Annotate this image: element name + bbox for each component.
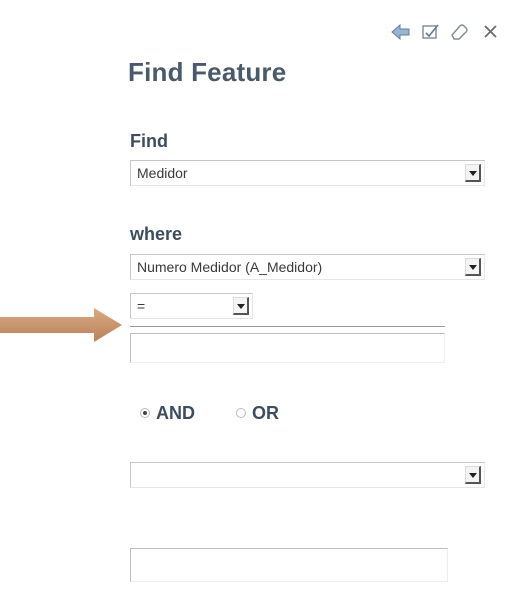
chevron-down-icon[interactable] [465,164,481,182]
panel-toolbar [390,22,515,42]
pointer-arrow-icon [0,308,122,342]
second-field-select[interactable] [130,462,485,488]
where-field-value: Numero Medidor (A_Medidor) [137,259,323,275]
operator-divider [130,326,445,327]
operator-value: = [137,298,146,314]
operator-select[interactable]: = [130,293,253,319]
close-icon[interactable] [480,22,502,42]
edit-checkbox-icon[interactable] [420,22,442,42]
where-field-select[interactable]: Numero Medidor (A_Medidor) [130,254,485,280]
back-arrow-icon[interactable] [390,22,412,42]
radio-or[interactable]: OR [236,403,306,427]
find-label: Find [130,131,168,151]
radio-or-indicator[interactable] [236,408,246,418]
chevron-down-icon[interactable] [233,297,249,315]
where-label: where [130,224,183,244]
panel-title: Find Feature [128,57,287,87]
radio-and[interactable]: AND [140,403,230,427]
radio-and-indicator[interactable] [140,408,150,418]
second-value-input[interactable] [130,548,448,582]
radio-and-label: AND [156,403,195,423]
find-layer-select[interactable]: Medidor [130,160,485,186]
eraser-icon[interactable] [448,22,470,42]
where-value-input[interactable] [130,333,445,363]
chevron-down-icon[interactable] [465,466,481,484]
radio-or-label: OR [252,403,279,423]
find-layer-value: Medidor [137,165,188,181]
chevron-down-icon[interactable] [465,258,481,276]
